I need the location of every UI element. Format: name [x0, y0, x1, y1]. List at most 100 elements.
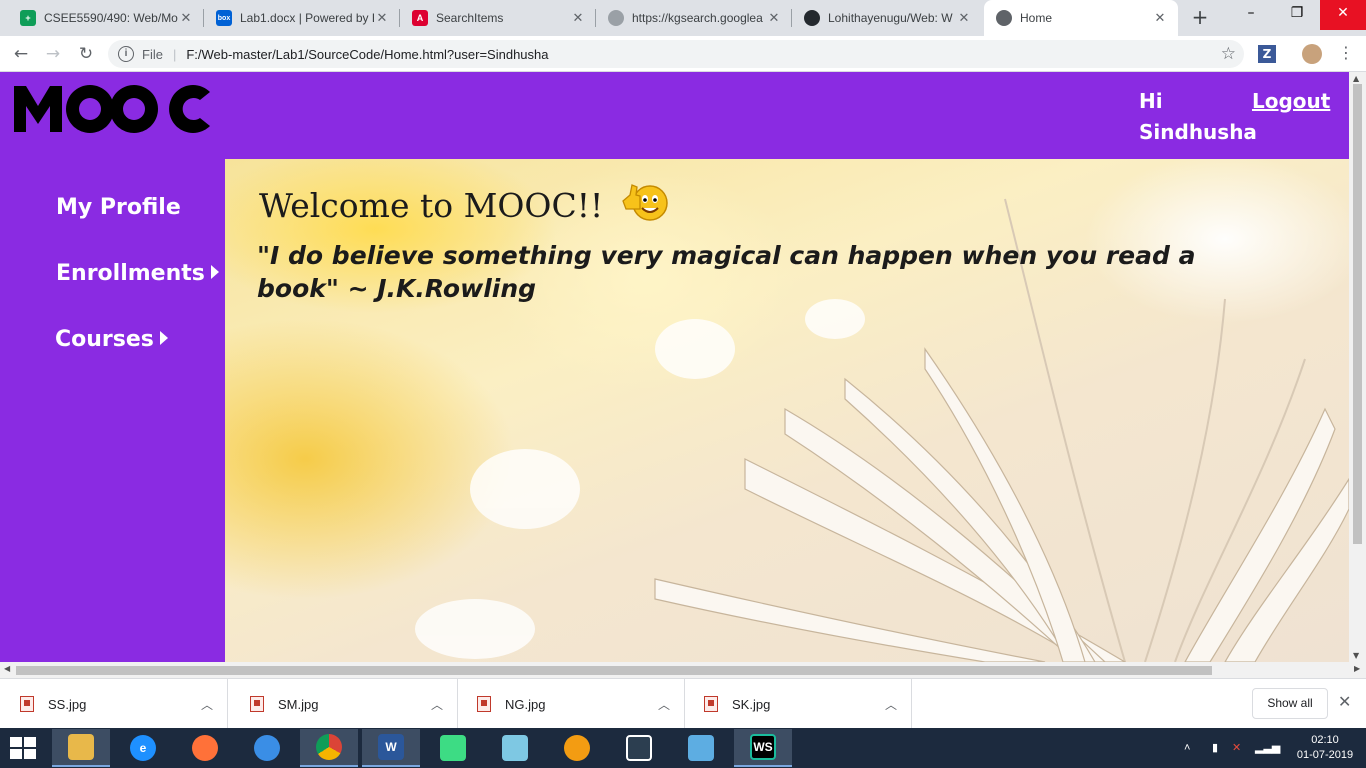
file-explorer-icon[interactable] — [52, 729, 110, 767]
browser-toolbar: ← → ↻ i File | F:/Web-master/Lab1/Source… — [0, 36, 1366, 72]
hero-background-image: Welcome to MOOC!! "I do believe somethin… — [225, 159, 1349, 662]
close-icon[interactable]: ✕ — [766, 10, 782, 26]
tab-lab1[interactable]: box Lab1.docx | Powered by B ✕ — [204, 0, 400, 36]
caret-right-icon — [159, 331, 168, 345]
show-all-button[interactable]: Show all — [1252, 688, 1328, 719]
scroll-down-icon[interactable]: ▼ — [1353, 651, 1359, 660]
window-close-button[interactable]: ✕ — [1320, 0, 1366, 30]
download-filename: SM.jpg — [278, 696, 319, 712]
info-icon[interactable]: i — [118, 46, 134, 62]
chevron-up-icon[interactable]: ︿ — [417, 696, 457, 713]
network-icon[interactable] — [672, 729, 730, 767]
download-item[interactable]: SM.jpg ︿ — [230, 679, 458, 729]
back-button[interactable]: ← — [9, 42, 33, 66]
firefox-icon[interactable] — [176, 729, 234, 767]
notepad-icon[interactable] — [486, 729, 544, 767]
sidebar-item-courses[interactable]: Courses — [55, 327, 168, 352]
chrome-icon[interactable] — [300, 729, 358, 767]
vertical-scrollbar[interactable]: ▲ ▼ — [1349, 72, 1366, 662]
sidebar-item-my-profile[interactable]: My Profile — [56, 195, 181, 220]
profile-avatar[interactable] — [1302, 44, 1322, 64]
open-book-image — [415, 198, 1349, 662]
browser-tab-strip: + CSEE5590/490: Web/Mo ✕ box Lab1.docx |… — [0, 0, 1366, 36]
divider: | — [172, 46, 177, 62]
system-clock[interactable]: 02:10 01-07-2019 — [1295, 733, 1355, 763]
scroll-right-icon[interactable]: ▶ — [1354, 664, 1360, 673]
reload-button[interactable]: ↻ — [74, 42, 98, 66]
welcome-text: Welcome to MOOC!! — [259, 186, 604, 225]
logout-link[interactable]: Logout — [1252, 86, 1330, 117]
angular-icon: A — [412, 10, 428, 26]
download-item[interactable]: SS.jpg ︿ — [0, 679, 228, 729]
scroll-left-icon[interactable]: ◀ — [4, 664, 10, 673]
windows-taskbar: e W WS ˄ ▮ ✕ ▂▃▅ 02:10 01-07-2019 — [0, 728, 1366, 768]
download-item[interactable]: NG.jpg ︿ — [457, 679, 685, 729]
sidebar-item-label: Courses — [55, 327, 154, 352]
word-icon[interactable]: W — [362, 729, 420, 767]
bracket-icon[interactable] — [610, 729, 668, 767]
github-icon — [804, 10, 820, 26]
zotero-extension-icon[interactable]: Z — [1258, 45, 1276, 63]
tab-title: Lab1.docx | Powered by B — [240, 11, 374, 25]
show-hidden-icons[interactable]: ˄ — [1184, 728, 1190, 768]
mooc-logo[interactable] — [14, 82, 210, 134]
tab-title: Home — [1020, 11, 1053, 25]
close-icon[interactable]: ✕ — [570, 10, 586, 26]
scrollbar-thumb[interactable] — [1353, 84, 1362, 544]
close-icon[interactable]: ✕ — [178, 10, 194, 26]
app-icon[interactable] — [238, 729, 296, 767]
tab-github[interactable]: Lohithayenugu/Web: W ✕ — [792, 0, 982, 36]
close-icon[interactable]: ✕ — [1338, 692, 1351, 711]
scrollbar-thumb[interactable] — [16, 666, 1212, 675]
scroll-up-icon[interactable]: ▲ — [1353, 74, 1359, 83]
restore-button[interactable]: ❐ — [1274, 0, 1320, 30]
close-icon[interactable]: ✕ — [1152, 10, 1168, 26]
image-file-icon — [477, 696, 491, 712]
url-text[interactable]: F:/Web-master/Lab1/SourceCode/Home.html?… — [186, 47, 548, 62]
image-file-icon — [704, 696, 718, 712]
thumbs-up-smiley-icon — [621, 184, 668, 221]
download-filename: SK.jpg — [732, 696, 771, 712]
tab-title: CSEE5590/490: Web/Mo — [44, 11, 178, 25]
bookmark-star-icon[interactable]: ☆ — [1221, 44, 1236, 64]
globe-icon — [608, 10, 624, 26]
tab-searchitems[interactable]: A SearchItems ✕ — [400, 0, 596, 36]
menu-icon[interactable]: ⋮ — [1338, 43, 1354, 62]
download-shelf: SS.jpg ︿ SM.jpg ︿ NG.jpg ︿ SK.jpg ︿ Show… — [0, 678, 1366, 729]
new-tab-button[interactable]: + — [1189, 6, 1211, 28]
minimize-button[interactable]: – — [1228, 0, 1274, 30]
download-filename: NG.jpg — [505, 696, 546, 712]
forward-button[interactable]: → — [41, 42, 65, 66]
close-icon[interactable]: ✕ — [374, 10, 390, 26]
site-header: Hi Sindhusha Logout — [0, 72, 1349, 159]
tab-title: https://kgsearch.googlea — [632, 11, 763, 25]
welcome-heading: Welcome to MOOC!! — [259, 181, 668, 225]
address-bar[interactable]: i File | F:/Web-master/Lab1/SourceCode/H… — [108, 40, 1244, 68]
volume-muted-icon[interactable]: ✕ — [1232, 728, 1241, 768]
horizontal-scrollbar[interactable]: ◀ ▶ — [0, 662, 1366, 678]
chevron-up-icon[interactable]: ︿ — [644, 696, 684, 713]
internet-explorer-icon[interactable]: e — [114, 729, 172, 767]
tab-csee[interactable]: + CSEE5590/490: Web/Mo ✕ — [8, 0, 204, 36]
webstorm-icon[interactable]: WS — [734, 729, 792, 767]
chevron-up-icon[interactable]: ︿ — [187, 696, 227, 713]
box-icon: box — [216, 10, 232, 26]
settings-icon[interactable] — [548, 729, 606, 767]
close-icon[interactable]: ✕ — [956, 10, 972, 26]
image-file-icon — [20, 696, 34, 712]
android-studio-icon[interactable] — [424, 729, 482, 767]
windows-start-icon[interactable] — [10, 737, 36, 759]
sidebar-item-enrollments[interactable]: Enrollments — [56, 261, 219, 286]
sidebar-item-label: My Profile — [56, 195, 181, 220]
clock-time: 02:10 — [1311, 734, 1339, 746]
chevron-up-icon[interactable]: ︿ — [871, 696, 911, 713]
page-viewport: Hi Sindhusha Logout My Profile Enrollmen… — [0, 72, 1366, 678]
download-item[interactable]: SK.jpg ︿ — [684, 679, 912, 729]
tab-kgsearch[interactable]: https://kgsearch.googlea ✕ — [596, 0, 792, 36]
battery-icon[interactable]: ▮ — [1212, 728, 1218, 768]
globe-icon — [996, 10, 1012, 26]
tab-home[interactable]: Home ✕ — [984, 0, 1178, 36]
wifi-signal-icon[interactable]: ▂▃▅ — [1255, 728, 1280, 768]
tab-title: SearchItems — [436, 11, 504, 25]
google-sheets-icon: + — [20, 10, 36, 26]
